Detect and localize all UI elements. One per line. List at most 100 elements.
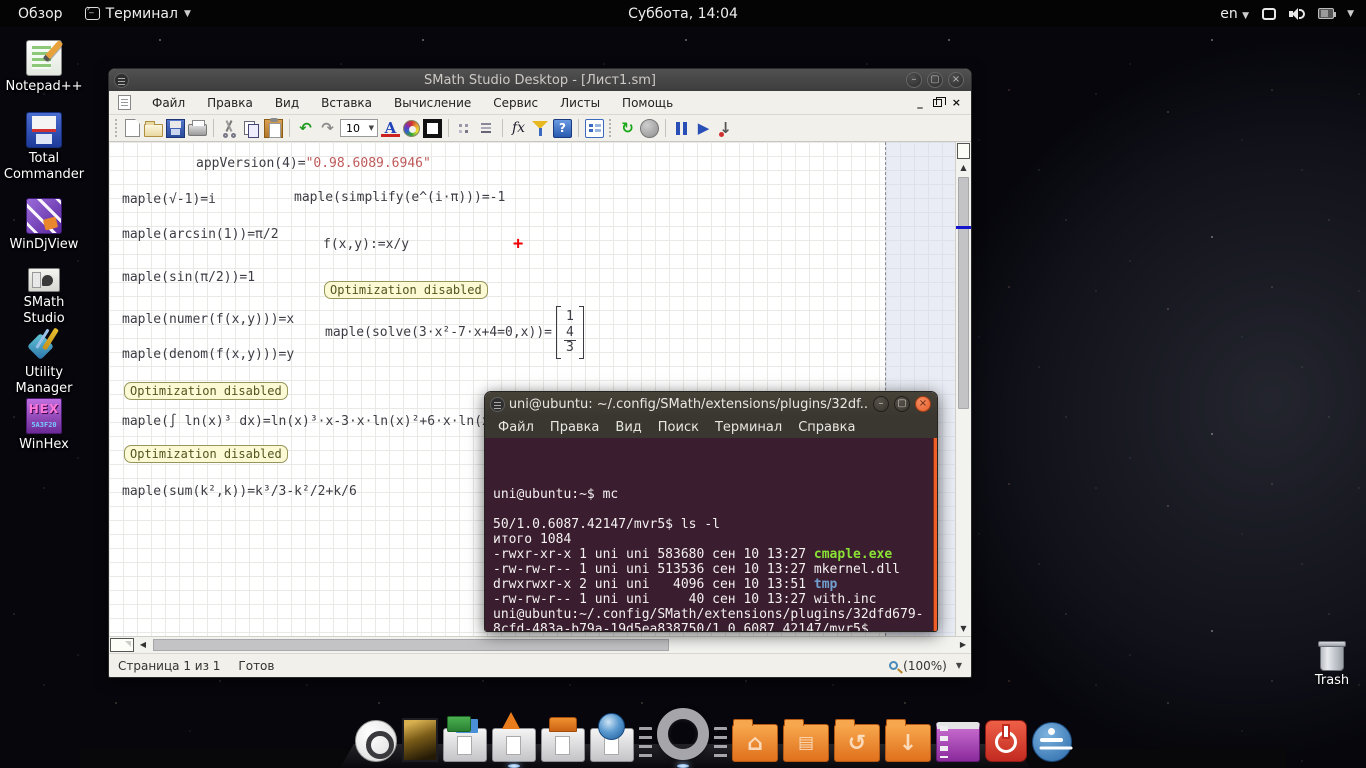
dock-item-accessibility[interactable] — [1032, 722, 1072, 762]
terminal-menu-5[interactable]: Справка — [791, 418, 862, 437]
terminal-menu-1[interactable]: Правка — [543, 418, 606, 437]
smath-menu-2[interactable]: Вид — [264, 93, 310, 113]
terminal-menu-3[interactable]: Поиск — [651, 418, 706, 437]
dock-item-history-folder[interactable] — [834, 724, 880, 762]
desktop-icon-smath-studio[interactable]: SMath Studio — [2, 262, 86, 328]
optimization-note[interactable]: Optimization disabled — [124, 445, 288, 463]
font-size-select[interactable]: 10 ▼ — [340, 119, 378, 137]
dots-display-button[interactable] — [455, 119, 474, 138]
cut-button[interactable] — [220, 119, 239, 138]
maximize-button[interactable]: ▢ — [927, 72, 943, 88]
window-menu-icon[interactable] — [490, 397, 505, 412]
copy-button[interactable] — [242, 119, 261, 138]
system-menu-chevron-icon[interactable]: ▼ — [1347, 9, 1354, 19]
desktop-icon-utility-manager[interactable]: Utility Manager — [2, 326, 86, 398]
stop-button[interactable] — [640, 119, 659, 138]
math-formula-9[interactable]: maple(denom(f(x,y)))=y — [122, 347, 294, 362]
insert-cursor[interactable]: + — [513, 234, 523, 254]
math-formula-2[interactable]: maple(simplify(e^(i·π)))=-1 — [294, 190, 505, 205]
smath-menu-1[interactable]: Правка — [196, 93, 264, 113]
dock-item-files-box[interactable] — [443, 728, 487, 762]
dock-item-image-viewer[interactable] — [402, 718, 438, 762]
close-button[interactable]: × — [948, 72, 964, 88]
dock-item-downloads-folder[interactable] — [885, 724, 931, 762]
dock-item-screenshot-app[interactable] — [936, 722, 980, 762]
dock-item-vlc-box[interactable] — [492, 728, 536, 762]
clock[interactable]: Суббота, 14:04 — [0, 6, 1366, 22]
scroll-up-icon[interactable]: ▲ — [956, 160, 971, 175]
lines-display-button[interactable] — [477, 119, 496, 138]
horizontal-scrollbar[interactable]: ◀ ▶ — [109, 636, 971, 653]
terminal-menu-4[interactable]: Терминал — [708, 418, 789, 437]
keyboard-layout-button[interactable]: en ▼ — [1220, 6, 1249, 22]
battery-icon[interactable] — [1318, 8, 1334, 19]
smath-menu-5[interactable]: Сервис — [482, 93, 549, 113]
app-menu-button[interactable]: Терминал ▼ — [85, 6, 191, 22]
scroll-right-icon[interactable]: ▶ — [955, 637, 971, 653]
mdi-close-button[interactable]: × — [952, 96, 961, 109]
minimize-button[interactable]: – — [906, 72, 922, 88]
smath-title-bar[interactable]: SMath Studio Desktop - [Лист1.sm] – ▢ × — [109, 69, 971, 91]
volume-icon[interactable] — [1289, 8, 1305, 20]
filter-button[interactable] — [531, 119, 550, 138]
dock-item-power-button[interactable] — [985, 720, 1027, 762]
window-menu-icon[interactable] — [114, 73, 129, 88]
update-button[interactable]: ↓ — [716, 119, 735, 138]
dock-item-toolbox-box[interactable] — [541, 728, 585, 762]
appversion-formula[interactable]: appVersion(4)="0.98.6089.6946" — [196, 156, 431, 171]
terminal-scrollbar[interactable] — [933, 438, 937, 632]
math-formula-11[interactable]: maple(∫ ln(x)³ dx)=ln(x)³·x-3·x·ln(x)²+6… — [122, 414, 529, 429]
undo-button[interactable]: ↶ — [296, 119, 315, 138]
scroll-left-icon[interactable]: ◀ — [135, 637, 151, 653]
optimization-note[interactable]: Optimization disabled — [324, 281, 488, 299]
maximize-button[interactable]: ▢ — [894, 396, 910, 412]
solve-formula[interactable]: maple(solve(3·x²-7·x+4=0,x))=143 — [325, 306, 584, 359]
smath-menu-0[interactable]: Файл — [141, 93, 196, 113]
vertical-scroll-thumb[interactable] — [958, 177, 969, 409]
pause-button[interactable] — [672, 119, 691, 138]
mdi-minimize-button[interactable]: _ — [917, 96, 923, 109]
function-button[interactable]: fx — [509, 119, 528, 138]
terminal-title-bar[interactable]: uni@ubuntu: ~/.config/SMath/extensions/p… — [485, 392, 937, 416]
desktop-icon-total-commander[interactable]: Total Commander — [2, 112, 86, 184]
desktop-icon-winhex[interactable]: WinHex — [2, 398, 86, 453]
smath-menu-7[interactable]: Помощь — [611, 93, 684, 113]
smath-menu-6[interactable]: Листы — [549, 93, 611, 113]
play-button[interactable]: ▶ — [694, 119, 713, 138]
font-color-button[interactable]: A — [381, 120, 400, 137]
reference-button[interactable]: ? — [553, 119, 572, 138]
desktop-icon-notepadpp[interactable]: Notepad++ — [2, 40, 86, 95]
desktop-icon-windjview[interactable]: WinDjView — [2, 198, 86, 253]
redo-button[interactable]: ↷ — [318, 119, 337, 138]
dock-item-home-folder[interactable] — [732, 724, 778, 762]
minimize-button[interactable]: – — [873, 396, 889, 412]
math-formula-3[interactable]: maple(arcsin(1))=π/2 — [122, 227, 279, 242]
vertical-scroll-track[interactable] — [956, 175, 971, 621]
mdi-restore-button[interactable] — [933, 99, 942, 107]
math-formula-4[interactable]: f(x,y):=x/y — [323, 237, 409, 252]
math-formula-1[interactable]: maple(√-1)=i — [122, 192, 216, 207]
options-list-button[interactable] — [585, 119, 604, 138]
horizontal-scroll-track[interactable] — [151, 637, 955, 653]
smath-menu-4[interactable]: Вычисление — [383, 93, 482, 113]
math-formula-7[interactable]: maple(numer(f(x,y)))=x — [122, 312, 294, 327]
terminal-menu-0[interactable]: Файл — [491, 418, 541, 437]
optimization-note[interactable]: Optimization disabled — [124, 382, 288, 400]
save-button[interactable] — [166, 119, 185, 138]
toolbar-grip[interactable] — [609, 119, 613, 137]
network-icon[interactable] — [1262, 8, 1276, 20]
scroll-down-icon[interactable]: ▼ — [956, 621, 971, 636]
paste-button[interactable] — [264, 119, 283, 138]
zoom-control[interactable]: (100%) ▼ — [889, 659, 962, 673]
horizontal-scroll-thumb[interactable] — [153, 639, 669, 651]
math-formula-5[interactable]: maple(sin(π/2))=1 — [122, 270, 255, 285]
scroll-corner-box[interactable] — [957, 143, 970, 159]
border-button[interactable] — [423, 119, 442, 138]
open-button[interactable] — [144, 124, 163, 137]
page-corner-button[interactable] — [110, 638, 134, 652]
recalculate-button[interactable]: ↻ — [618, 119, 637, 138]
math-formula-13[interactable]: maple(sum(k²,k))=k³/3-k²/2+k/6 — [122, 484, 357, 499]
new-button[interactable] — [125, 119, 140, 137]
terminal-menu-2[interactable]: Вид — [608, 418, 648, 437]
palette-button[interactable] — [403, 120, 420, 137]
